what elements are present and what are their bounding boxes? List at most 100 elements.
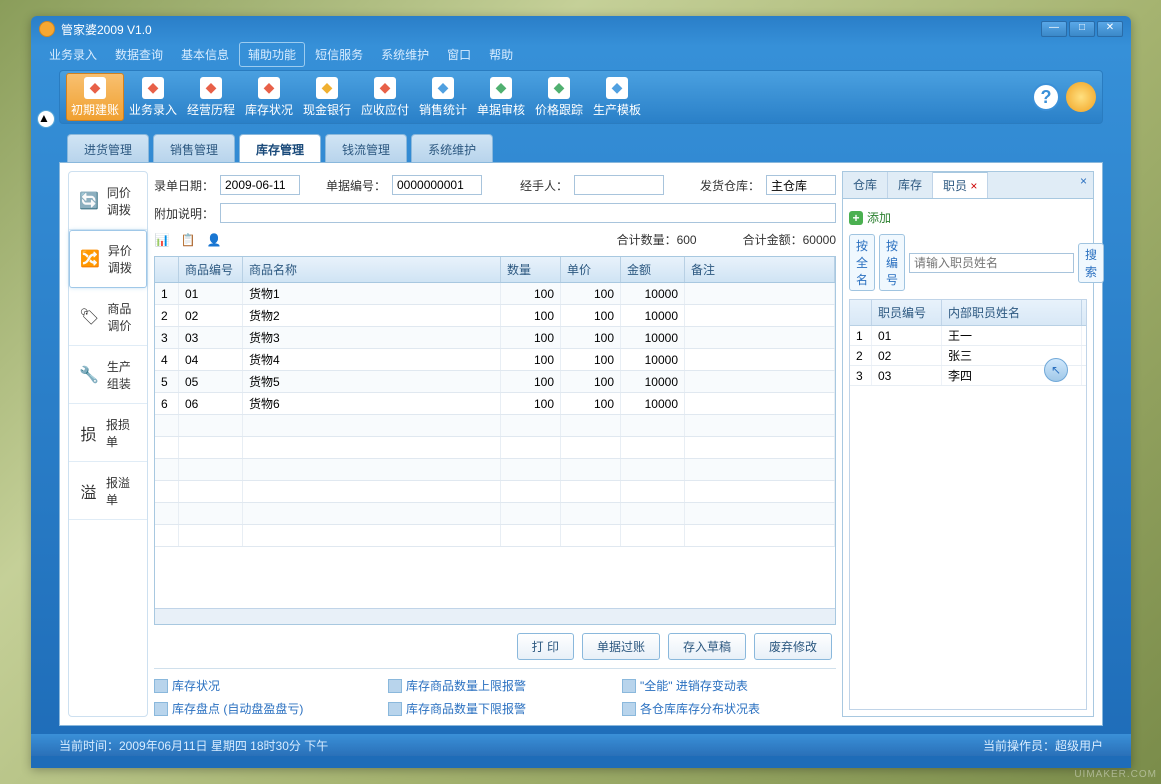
- right-tab[interactable]: 职员 ×: [933, 172, 988, 198]
- search-input[interactable]: [909, 253, 1074, 273]
- main-panel: 录单日期： 单据编号： 经手人： 发货仓库： 附加说明： 📊 📋 👤 合计数量：…: [154, 171, 836, 717]
- docno-input[interactable]: [392, 175, 482, 195]
- action-button[interactable]: 打 印: [517, 633, 574, 660]
- grid-header[interactable]: 商品名称: [243, 257, 501, 282]
- help-icon[interactable]: ?: [1032, 83, 1060, 111]
- maximize-button[interactable]: □: [1069, 21, 1095, 37]
- quick-link[interactable]: 库存状况: [154, 677, 368, 694]
- right-tab[interactable]: 库存: [888, 172, 933, 198]
- toolbar-button[interactable]: ◆销售统计: [414, 73, 472, 121]
- action-button[interactable]: 存入草稿: [668, 633, 746, 660]
- sidebar-item[interactable]: 损报损单: [69, 404, 147, 462]
- quick-link[interactable]: 各仓库库存分布状况表: [622, 700, 836, 717]
- table-row[interactable]: [155, 503, 835, 525]
- main-tab[interactable]: 进货管理: [67, 134, 149, 162]
- action-buttons: 打 印单据过账存入草稿废弃修改: [154, 625, 836, 668]
- table-row[interactable]: [155, 525, 835, 547]
- handler-label: 经手人：: [508, 177, 568, 194]
- table-row[interactable]: 202货物210010010000: [155, 305, 835, 327]
- grid-header[interactable]: 单价: [561, 257, 621, 282]
- brand-icon[interactable]: [1066, 82, 1096, 112]
- sidebar-item[interactable]: 溢报溢单: [69, 462, 147, 520]
- menu-item[interactable]: 基本信息: [173, 43, 237, 66]
- toolbar-button[interactable]: ◆单据审核: [472, 73, 530, 121]
- horizontal-scrollbar[interactable]: [155, 608, 835, 624]
- search-button[interactable]: 搜索: [1078, 243, 1104, 283]
- status-time: 当前时间：2009年06月11日 星期四 18时30分 下午: [59, 737, 328, 754]
- menu-item[interactable]: 窗口: [439, 43, 479, 66]
- table-row[interactable]: [155, 459, 835, 481]
- grid-body[interactable]: 101货物110010010000202货物210010010000303货物3…: [155, 283, 835, 608]
- person-icon[interactable]: 👤: [206, 232, 222, 248]
- right-tab[interactable]: 仓库: [843, 172, 888, 198]
- filter-fullname[interactable]: 按全名: [849, 234, 875, 291]
- menu-item[interactable]: 帮助: [481, 43, 521, 66]
- sidebar-item[interactable]: 🔧生产组装: [69, 346, 147, 404]
- toolbar-button[interactable]: ◆生产模板: [588, 73, 646, 121]
- table-row[interactable]: 101货物110010010000: [155, 283, 835, 305]
- table-row[interactable]: 606货物610010010000: [155, 393, 835, 415]
- staff-grid-header[interactable]: 内部职员姓名: [942, 300, 1082, 325]
- toolbar-button[interactable]: ◆库存状况: [240, 73, 298, 121]
- statusbar: 当前时间：2009年06月11日 星期四 18时30分 下午 当前操作员：超级用…: [31, 734, 1131, 756]
- toolbar-button[interactable]: ◆初期建账: [66, 73, 124, 121]
- menu-item[interactable]: 辅助功能: [239, 42, 305, 67]
- menu-item[interactable]: 数据查询: [107, 43, 171, 66]
- toolbar-button[interactable]: ◆现金银行: [298, 73, 356, 121]
- sidebar-item[interactable]: 🔀异价调拨: [69, 230, 147, 288]
- action-button[interactable]: 废弃修改: [754, 633, 832, 660]
- window-title: 管家婆2009 V1.0: [61, 21, 152, 38]
- main-tab[interactable]: 销售管理: [153, 134, 235, 162]
- table-row[interactable]: [155, 437, 835, 459]
- date-input[interactable]: [220, 175, 300, 195]
- staff-row[interactable]: 101王一: [850, 326, 1086, 346]
- quick-links: 库存状况 库存商品数量上限报警 "全能" 进销存变动表库存盘点 (自动盘盈盘亏) 库存…: [154, 668, 836, 717]
- table-row[interactable]: 404货物410010010000: [155, 349, 835, 371]
- main-tab[interactable]: 钱流管理: [325, 134, 407, 162]
- right-panel: 仓库库存职员 ×× + 添加 按全名 按编号 搜索 职员编号内部职员姓名 101…: [842, 171, 1094, 717]
- action-button[interactable]: 单据过账: [582, 633, 660, 660]
- panel-close-icon[interactable]: ×: [1074, 172, 1093, 198]
- status-user: 当前操作员：超级用户: [983, 737, 1103, 754]
- table-row[interactable]: 303货物310010010000: [155, 327, 835, 349]
- sidebar-item[interactable]: 🔄同价调拨: [69, 172, 147, 230]
- menu-item[interactable]: 系统维护: [373, 43, 437, 66]
- minimize-button[interactable]: —: [1041, 21, 1067, 37]
- grid-header[interactable]: 商品编号: [179, 257, 243, 282]
- table-row[interactable]: [155, 415, 835, 437]
- quick-link[interactable]: 库存盘点 (自动盘盈盘亏): [154, 700, 368, 717]
- collapse-toggle-icon[interactable]: ▲: [37, 110, 55, 128]
- note-label: 附加说明：: [154, 205, 214, 222]
- titlebar[interactable]: 管家婆2009 V1.0 — □ ✕: [31, 16, 1131, 42]
- staff-grid-header[interactable]: [850, 300, 872, 325]
- quick-link[interactable]: 库存商品数量上限报警: [388, 677, 602, 694]
- grid-header[interactable]: 数量: [501, 257, 561, 282]
- menu-item[interactable]: 业务录入: [41, 43, 105, 66]
- main-tab[interactable]: 系统维护: [411, 134, 493, 162]
- main-grid: 商品编号商品名称数量单价金额备注 101货物110010010000202货物2…: [154, 256, 836, 625]
- add-button[interactable]: + 添加: [849, 205, 1087, 230]
- sidebar-item[interactable]: 🏷商品调价: [69, 288, 147, 346]
- main-tab[interactable]: 库存管理: [239, 134, 321, 162]
- menu-item[interactable]: 短信服务: [307, 43, 371, 66]
- grid-header[interactable]: 金额: [621, 257, 685, 282]
- toolbar-button[interactable]: ◆经营历程: [182, 73, 240, 121]
- close-button[interactable]: ✕: [1097, 21, 1123, 37]
- warehouse-input[interactable]: [766, 175, 836, 195]
- table-row[interactable]: [155, 481, 835, 503]
- toolbar-button[interactable]: ◆应收应付: [356, 73, 414, 121]
- staff-grid-header[interactable]: 职员编号: [872, 300, 942, 325]
- handler-input[interactable]: [574, 175, 664, 195]
- grid-icon-2[interactable]: 📋: [180, 232, 196, 248]
- quick-link[interactable]: "全能" 进销存变动表: [622, 677, 836, 694]
- arrow-up-icon[interactable]: ↖: [1044, 358, 1068, 382]
- toolbar-button[interactable]: ◆业务录入: [124, 73, 182, 121]
- grid-icon-1[interactable]: 📊: [154, 232, 170, 248]
- quick-link[interactable]: 库存商品数量下限报警: [388, 700, 602, 717]
- table-row[interactable]: 505货物510010010000: [155, 371, 835, 393]
- grid-header[interactable]: [155, 257, 179, 282]
- filter-code[interactable]: 按编号: [879, 234, 905, 291]
- grid-header[interactable]: 备注: [685, 257, 835, 282]
- note-input[interactable]: [220, 203, 836, 223]
- toolbar-button[interactable]: ◆价格跟踪: [530, 73, 588, 121]
